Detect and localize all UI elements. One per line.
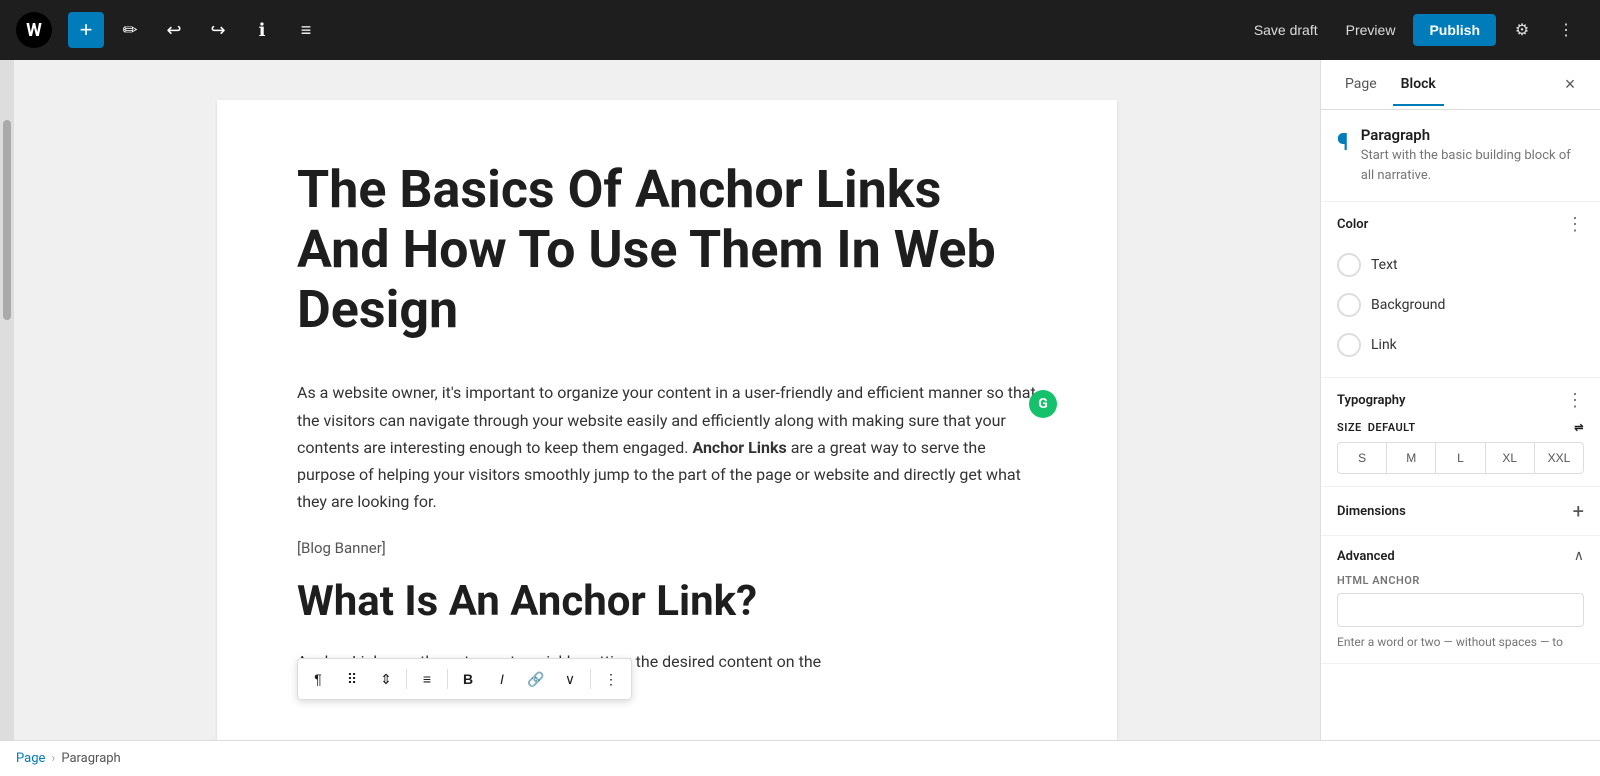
settings-button[interactable]: ⚙ xyxy=(1504,12,1540,48)
text-color-label: Text xyxy=(1371,257,1398,273)
bold-button[interactable]: B xyxy=(452,663,484,695)
advanced-section-title: Advanced xyxy=(1337,549,1395,564)
grammarly-icon[interactable]: G xyxy=(1029,390,1057,418)
dimensions-section-header[interactable]: Dimensions + xyxy=(1337,499,1584,523)
typography-section-title: Typography xyxy=(1337,393,1406,408)
typography-section-header[interactable]: Typography ⋮ xyxy=(1337,390,1584,411)
options-button[interactable]: ⋮ xyxy=(1548,12,1584,48)
paragraph-type-button[interactable]: ¶ xyxy=(302,663,334,695)
color-section-title: Color xyxy=(1337,217,1368,232)
html-anchor-input[interactable] xyxy=(1337,593,1584,627)
blog-banner[interactable]: [Blog Banner] xyxy=(297,539,1037,557)
advanced-section: Advanced ∧ HTML ANCHOR Enter a word or t… xyxy=(1321,536,1600,664)
color-section-header[interactable]: Color ⋮ xyxy=(1337,214,1584,235)
size-xl-button[interactable]: XL xyxy=(1486,443,1535,473)
section-heading[interactable]: What Is An Anchor Link? xyxy=(297,577,1037,627)
undo-button[interactable]: ↩ xyxy=(156,12,192,48)
separator-1 xyxy=(406,669,407,689)
page-tab[interactable]: Page xyxy=(1337,64,1385,106)
block-name-label: Paragraph xyxy=(1361,126,1584,144)
advanced-collapse-icon[interactable]: ∧ xyxy=(1574,548,1584,564)
advanced-section-header[interactable]: Advanced ∧ xyxy=(1337,548,1584,564)
typography-section: Typography ⋮ SIZE DEFAULT ⇌ S M L XL XXL xyxy=(1321,378,1600,487)
size-m-button[interactable]: M xyxy=(1387,443,1436,473)
editor-area: The Basics Of Anchor Links And How To Us… xyxy=(14,60,1320,740)
background-color-label: Background xyxy=(1371,297,1445,313)
info-button[interactable]: ℹ xyxy=(244,12,280,48)
text-format-dropdown[interactable]: ∨ xyxy=(554,663,586,695)
redo-button[interactable]: ↪ xyxy=(200,12,236,48)
scrollbar-track[interactable] xyxy=(0,60,14,740)
align-button[interactable]: ≡ xyxy=(411,663,443,695)
link-color-label: Link xyxy=(1371,337,1397,353)
link-color-swatch xyxy=(1344,340,1354,350)
dimensions-section: Dimensions + xyxy=(1321,487,1600,536)
save-draft-button[interactable]: Save draft xyxy=(1244,16,1328,44)
text-color-swatch xyxy=(1344,260,1354,270)
inline-toolbar: ¶ ⠿ ⇕ ≡ B I 🔗 ∨ ⋮ xyxy=(297,658,632,700)
block-details: Paragraph Start with the basic building … xyxy=(1361,126,1584,185)
post-title[interactable]: The Basics Of Anchor Links And How To Us… xyxy=(297,160,1037,339)
edit-pencil-button[interactable]: ✏ xyxy=(112,12,148,48)
color-options-icon[interactable]: ⋮ xyxy=(1566,214,1584,235)
background-color-option[interactable]: Background xyxy=(1337,285,1584,325)
sidebar: Page Block × ¶ Paragraph Start with the … xyxy=(1320,60,1600,740)
paragraph-1[interactable]: As a website owner, it's important to or… xyxy=(297,379,1037,515)
block-description: Start with the basic building block of a… xyxy=(1361,146,1584,185)
breadcrumb-separator: › xyxy=(51,751,55,766)
list-view-button[interactable]: ≡ xyxy=(288,12,324,48)
main-area: The Basics Of Anchor Links And How To Us… xyxy=(0,60,1600,740)
size-buttons: S M L XL XXL xyxy=(1337,442,1584,474)
background-color-circle xyxy=(1337,293,1361,317)
size-controls-icon[interactable]: ⇌ xyxy=(1574,421,1584,434)
move-button[interactable]: ⇕ xyxy=(370,663,402,695)
breadcrumb-current: Paragraph xyxy=(61,751,120,766)
drag-handle-button[interactable]: ⠿ xyxy=(336,663,368,695)
block-paragraph-icon: ¶ xyxy=(1337,126,1349,156)
italic-button[interactable]: I xyxy=(486,663,518,695)
publish-button[interactable]: Publish xyxy=(1413,14,1496,46)
text-color-circle xyxy=(1337,253,1361,277)
separator-2 xyxy=(447,669,448,689)
size-label: SIZE DEFAULT ⇌ xyxy=(1337,421,1584,434)
background-color-swatch xyxy=(1344,300,1354,310)
dimensions-add-icon[interactable]: + xyxy=(1573,499,1584,523)
anchor-hint: Enter a word or two — without spaces — t… xyxy=(1337,633,1584,651)
link-color-option[interactable]: Link xyxy=(1337,325,1584,365)
more-options-button[interactable]: ⋮ xyxy=(595,663,627,695)
breadcrumb-page[interactable]: Page xyxy=(16,751,45,766)
editor-content[interactable]: The Basics Of Anchor Links And How To Us… xyxy=(217,100,1117,740)
text-color-option[interactable]: Text xyxy=(1337,245,1584,285)
link-button[interactable]: 🔗 xyxy=(520,663,552,695)
close-sidebar-button[interactable]: × xyxy=(1556,71,1584,99)
toolbar-right: Save draft Preview Publish ⚙ ⋮ xyxy=(1244,12,1584,48)
typography-options-icon[interactable]: ⋮ xyxy=(1566,390,1584,411)
sidebar-header: Page Block × xyxy=(1321,60,1600,110)
dimensions-section-title: Dimensions xyxy=(1337,504,1406,519)
size-xxl-button[interactable]: XXL xyxy=(1535,443,1583,473)
add-block-button[interactable]: + xyxy=(68,12,104,48)
block-info: ¶ Paragraph Start with the basic buildin… xyxy=(1321,110,1600,202)
main-toolbar: W + ✏ ↩ ↪ ℹ ≡ Save draft Preview Publish… xyxy=(0,0,1600,60)
scrollbar-thumb[interactable] xyxy=(3,120,11,320)
block-tab[interactable]: Block xyxy=(1393,64,1444,106)
html-anchor-label: HTML ANCHOR xyxy=(1337,574,1584,587)
size-s-button[interactable]: S xyxy=(1338,443,1387,473)
separator-3 xyxy=(590,669,591,689)
paragraph-1-bold: Anchor Links xyxy=(692,438,786,457)
preview-button[interactable]: Preview xyxy=(1336,16,1406,44)
link-color-circle xyxy=(1337,333,1361,357)
wp-logo-icon[interactable]: W xyxy=(16,12,52,48)
breadcrumb-bar: Page › Paragraph xyxy=(0,740,1600,776)
color-section: Color ⋮ Text Background Link xyxy=(1321,202,1600,378)
size-l-button[interactable]: L xyxy=(1436,443,1485,473)
